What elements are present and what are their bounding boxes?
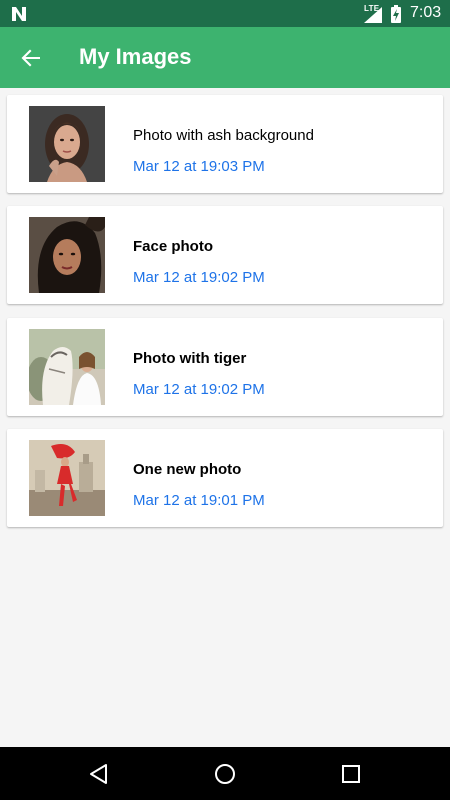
image-title: Face photo: [133, 238, 214, 255]
image-thumbnail: [29, 329, 105, 405]
image-date: Mar 12 at 19:03 PM: [133, 158, 265, 175]
image-title: One new photo: [133, 461, 242, 478]
image-thumbnail: [29, 217, 105, 293]
system-nav-bar: [0, 747, 450, 800]
image-list-item[interactable]: Photo with tiger Mar 12 at 19:02 PM: [7, 318, 443, 416]
n-notification-icon: [12, 7, 26, 21]
page-title: My Images: [79, 44, 192, 69]
image-date: Mar 12 at 19:02 PM: [133, 269, 265, 286]
signal-icon: [364, 7, 382, 23]
arrow-back-icon[interactable]: [16, 43, 46, 73]
image-date: Mar 12 at 19:02 PM: [133, 381, 265, 398]
image-title: Photo with ash background: [133, 127, 314, 144]
image-thumbnail: [29, 440, 105, 516]
home-circle-icon[interactable]: [213, 762, 237, 786]
back-triangle-icon[interactable]: [87, 762, 111, 786]
status-bar: LTE 7:03: [0, 0, 450, 27]
image-list-item[interactable]: Photo with ash background Mar 12 at 19:0…: [7, 95, 443, 193]
image-date: Mar 12 at 19:01 PM: [133, 492, 265, 509]
image-list-item[interactable]: Face photo Mar 12 at 19:02 PM: [7, 206, 443, 304]
battery-charging-icon: [391, 5, 401, 23]
recents-square-icon[interactable]: [339, 762, 363, 786]
image-list[interactable]: Photo with ash background Mar 12 at 19:0…: [0, 88, 450, 747]
image-title: Photo with tiger: [133, 350, 247, 367]
image-list-item[interactable]: One new photo Mar 12 at 19:01 PM: [7, 429, 443, 527]
app-bar: My Images: [0, 27, 450, 88]
image-thumbnail: [29, 106, 105, 182]
status-time: 7:03: [410, 4, 442, 21]
